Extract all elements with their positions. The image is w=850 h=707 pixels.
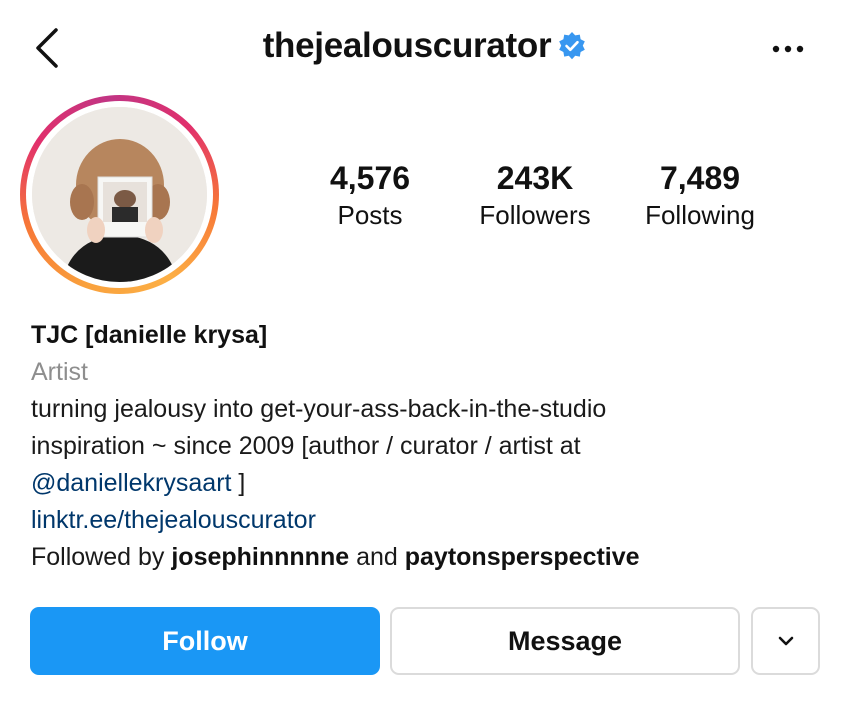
mention-link[interactable]: @daniellekrysaart <box>31 469 231 497</box>
followers-label: Followers <box>479 200 591 230</box>
bio-line-3: @daniellekrysaart ] <box>31 465 831 502</box>
posts-count: 4,576 <box>329 160 411 196</box>
followers-stat[interactable]: 243K Followers <box>455 160 615 232</box>
following-count: 7,489 <box>659 160 741 196</box>
posts-stat[interactable]: 4,576 Posts <box>290 160 450 232</box>
more-options-button[interactable] <box>768 36 808 62</box>
story-ring[interactable] <box>20 95 219 294</box>
bio-mention-suffix: ] <box>231 469 246 497</box>
followed-user-link[interactable]: paytonsperspective <box>405 543 640 571</box>
bio-line-1: turning jealousy into get-your-ass-back-… <box>31 395 607 423</box>
following-stat[interactable]: 7,489 Following <box>620 160 780 232</box>
following-label: Following <box>645 200 755 230</box>
message-button[interactable]: Message <box>390 607 740 675</box>
display-name: TJC [danielle krysa] <box>31 321 268 349</box>
suggested-dropdown-button[interactable] <box>751 607 820 675</box>
category-label: Artist <box>31 358 88 386</box>
avatar-frame <box>26 101 213 288</box>
profile-header: thejealouscurator <box>0 0 850 100</box>
followers-count: 243K <box>496 160 574 196</box>
avatar-image <box>32 107 207 282</box>
followed-user-link[interactable]: josephinnnnne <box>171 543 349 571</box>
follow-button[interactable]: Follow <box>30 607 380 675</box>
profile-username: thejealouscurator <box>262 26 552 65</box>
avatar[interactable] <box>32 107 207 282</box>
chevron-down-icon <box>778 636 794 646</box>
title-wrap: thejealouscurator <box>0 26 850 66</box>
website-link[interactable]: linktr.ee/thejealouscurator <box>31 502 831 539</box>
verified-badge-icon <box>557 31 587 61</box>
profile-bio: TJC [danielle krysa] Artist turning jeal… <box>31 317 831 576</box>
bio-line-2: inspiration ~ since 2009 [author / curat… <box>31 432 581 460</box>
followed-by-and: and <box>349 543 405 571</box>
posts-label: Posts <box>337 200 403 230</box>
ellipsis-icon <box>772 45 804 53</box>
followed-by-prefix: Followed by <box>31 543 172 571</box>
followed-by-line: Followed by josephinnnnne and paytonsper… <box>31 539 831 576</box>
